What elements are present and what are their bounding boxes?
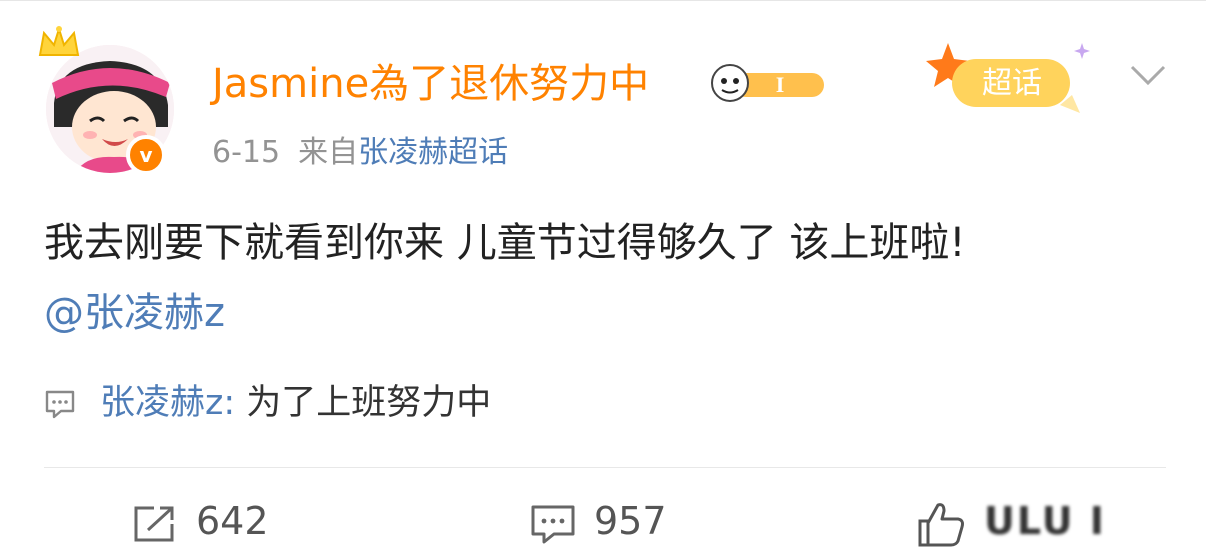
post-meta: 6-15 来自张凌赫超话 [212, 133, 508, 173]
like-button[interactable]: ULU I [916, 497, 1106, 546]
repost-button[interactable]: 642 [132, 497, 269, 545]
post-date: 6-15 [212, 135, 281, 170]
comment-text: 为了上班努力中 [235, 383, 492, 423]
verified-badge-icon: v [126, 135, 166, 175]
comment-icon [45, 390, 75, 419]
supertopic-label: 超话 [982, 66, 1042, 101]
username[interactable]: Jasmine為了退休努力中 [212, 59, 649, 109]
source-link[interactable]: 张凌赫超话 [358, 135, 508, 170]
comment-icon [531, 505, 575, 543]
repost-count: 642 [196, 499, 269, 543]
post-text: 我去刚要下就看到你来 儿童节过得够久了 该上班啦! [44, 220, 966, 266]
mention-link[interactable]: @张凌赫z [44, 285, 1164, 341]
user-badge-label: I [776, 72, 785, 97]
like-count: ULU I [984, 499, 1106, 543]
comment-count: 957 [594, 499, 667, 543]
post-content: 我去刚要下就看到你来 儿童节过得够久了 该上班啦! @张凌赫z [44, 215, 1164, 341]
user-level-badge[interactable]: I [708, 63, 826, 103]
top-comment[interactable]: 张凌赫z: 为了上班努力中 [44, 379, 491, 427]
crown-icon [38, 25, 80, 56]
comment-user[interactable]: 张凌赫z: [100, 383, 235, 423]
source-prefix: 来自 [298, 135, 359, 170]
repost-icon [134, 506, 174, 541]
thumbs-up-icon [918, 502, 964, 546]
comment-button[interactable]: 957 [530, 497, 667, 545]
supertopic-badge[interactable]: 超话 [920, 35, 1102, 119]
weibo-post-card: v Jasmine為了退休努力中 I 6-15 来自张凌赫超话 超话 我去刚要下就… [0, 0, 1206, 546]
chevron-down-icon[interactable] [1128, 61, 1168, 89]
divider [44, 467, 1166, 468]
